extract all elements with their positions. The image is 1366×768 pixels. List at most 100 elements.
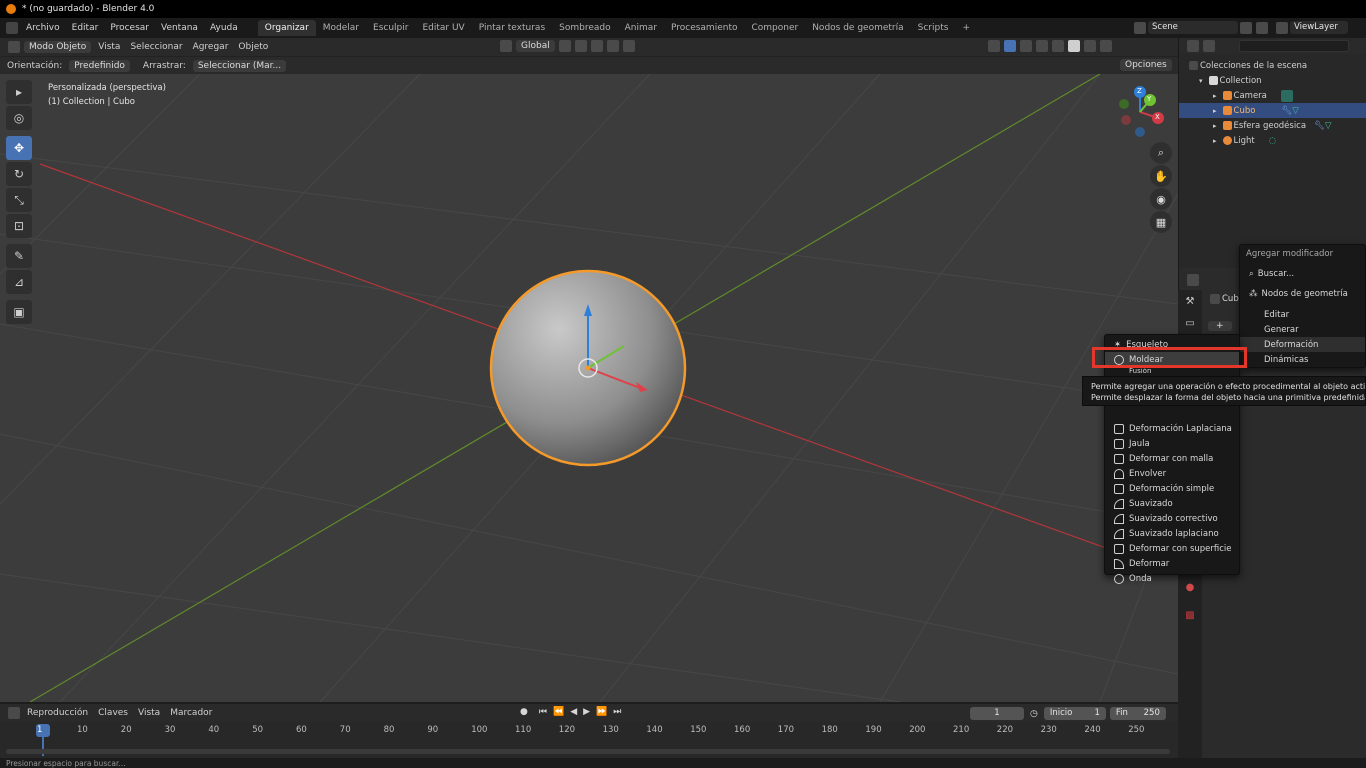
visibility-icon[interactable] bbox=[988, 40, 1000, 52]
add-modifier-button[interactable]: + bbox=[1208, 321, 1232, 331]
collapse-arrow-icon[interactable]: ▾ bbox=[1199, 77, 1203, 85]
menu-reproduccion[interactable]: Reproducción bbox=[22, 708, 93, 718]
start-frame-field[interactable]: Inicio 1 bbox=[1043, 707, 1106, 720]
menu-ayuda[interactable]: Ayuda bbox=[204, 23, 244, 33]
perspective-grid-icon[interactable]: ▦ bbox=[1150, 211, 1172, 233]
tab-procesamiento[interactable]: Procesamiento bbox=[664, 20, 745, 36]
modifier-category-deformacion[interactable]: Deformación bbox=[1240, 337, 1365, 352]
menu-agregar[interactable]: Agregar bbox=[188, 42, 234, 52]
scene-icon[interactable] bbox=[1134, 21, 1146, 34]
light-data-icon[interactable]: ◌ bbox=[1269, 136, 1276, 146]
pan-hand-icon[interactable]: ✋ bbox=[1150, 165, 1172, 187]
tab-organizar[interactable]: Organizar bbox=[257, 20, 316, 36]
new-scene-icon[interactable] bbox=[1240, 21, 1252, 34]
menu-vista-timeline[interactable]: Vista bbox=[133, 708, 165, 718]
add-workspace-button[interactable]: + bbox=[955, 20, 977, 36]
mesh-data-icon[interactable]: ▽ bbox=[1292, 106, 1299, 116]
outliner-item-esfera[interactable]: ▸ Esfera geodésica 🔧︎ ▽ bbox=[1179, 118, 1366, 133]
menu-procesar[interactable]: Procesar bbox=[104, 23, 155, 33]
deform-item-deformar-superficie[interactable]: Deformar con superficie bbox=[1105, 541, 1239, 556]
tab-pintar-texturas[interactable]: Pintar texturas bbox=[472, 20, 552, 36]
scale-tool-icon[interactable]: ⤡ bbox=[6, 188, 32, 212]
xray-icon[interactable] bbox=[1036, 40, 1048, 52]
solid-shading-icon[interactable] bbox=[1068, 40, 1080, 52]
zoom-icon[interactable]: ⌕ bbox=[1150, 142, 1172, 164]
deform-item-jaula[interactable]: Jaula bbox=[1105, 436, 1239, 451]
properties-editor-icon[interactable] bbox=[1187, 274, 1199, 286]
menu-marcador[interactable]: Marcador bbox=[165, 708, 217, 718]
transform-orientation-dropdown[interactable]: Global bbox=[516, 40, 555, 52]
texture-tab-icon[interactable]: ▩ bbox=[1178, 610, 1202, 621]
menu-editar[interactable]: Editar bbox=[66, 23, 105, 33]
deform-item-deformacion-simple[interactable]: Deformación simple bbox=[1105, 481, 1239, 496]
proportional-edit-icon[interactable] bbox=[606, 40, 619, 52]
deform-item-laplaciana[interactable]: Deformación Laplaciana bbox=[1105, 421, 1239, 436]
modifier-category-editar[interactable]: Editar bbox=[1240, 307, 1365, 322]
gizmo-toggle-icon[interactable] bbox=[1004, 40, 1016, 52]
material-shading-icon[interactable] bbox=[1084, 40, 1096, 52]
blender-menu-icon[interactable] bbox=[6, 22, 18, 34]
render-tab-icon[interactable]: ▭ bbox=[1178, 312, 1202, 334]
drag-dropdown[interactable]: Seleccionar (Mar... bbox=[192, 59, 287, 72]
modifier-geometry-nodes-item[interactable]: ⁂ Nodos de geometría bbox=[1240, 286, 1365, 302]
deform-item-suavizado-correctivo[interactable]: Suavizado correctivo bbox=[1105, 511, 1239, 526]
timeline-editor-icon[interactable] bbox=[8, 707, 20, 719]
navigation-gizmo[interactable]: Z Y X bbox=[1110, 82, 1170, 142]
viewlayer-icon[interactable] bbox=[1276, 21, 1288, 34]
annotate-tool-icon[interactable]: ✎ bbox=[6, 244, 32, 268]
modifier-wrench-icon[interactable]: 🔧︎ bbox=[1314, 121, 1325, 131]
end-frame-field[interactable]: Fin 250 bbox=[1109, 707, 1166, 720]
outliner-item-light[interactable]: ▸ Light ◌ bbox=[1179, 133, 1366, 148]
mode-dropdown[interactable]: Modo Objeto bbox=[24, 41, 92, 53]
outliner-search-input[interactable] bbox=[1239, 40, 1349, 52]
tab-modelar[interactable]: Modelar bbox=[316, 20, 366, 36]
pivot-icon[interactable] bbox=[558, 40, 571, 52]
delete-scene-icon[interactable] bbox=[1256, 21, 1268, 34]
tab-esculpir[interactable]: Esculpir bbox=[366, 20, 415, 36]
tab-componer[interactable]: Componer bbox=[744, 20, 805, 36]
falloff-icon[interactable] bbox=[622, 40, 635, 52]
record-icon[interactable]: ● bbox=[520, 707, 528, 717]
mesh-data-icon[interactable]: ▽ bbox=[1325, 121, 1332, 131]
menu-seleccionar[interactable]: Seleccionar bbox=[125, 42, 187, 52]
menu-archivo[interactable]: Archivo bbox=[20, 23, 66, 33]
tab-nodos-geometria[interactable]: Nodos de geometría bbox=[805, 20, 910, 36]
tool-tab-icon[interactable]: ⚒ bbox=[1178, 290, 1202, 312]
modifier-category-generar[interactable]: Generar bbox=[1240, 322, 1365, 337]
outliner-item-camera[interactable]: ▸ Camera bbox=[1179, 88, 1366, 103]
tab-editar-uv[interactable]: Editar UV bbox=[415, 20, 471, 36]
viewlayer-field[interactable]: ViewLayer bbox=[1290, 21, 1348, 34]
3d-viewport[interactable]: Personalizada (perspectiva) (1) Collecti… bbox=[0, 74, 1178, 702]
play-reverse-icon[interactable]: ◀ bbox=[570, 707, 577, 717]
snap-icon[interactable] bbox=[574, 40, 587, 52]
deform-item-onda[interactable]: Onda bbox=[1105, 571, 1239, 586]
properties-object-name[interactable]: Cub bbox=[1222, 294, 1239, 304]
jump-end-icon[interactable]: ⏭ bbox=[613, 707, 621, 717]
measure-tool-icon[interactable]: ⊿ bbox=[6, 270, 32, 294]
camera-data-icon[interactable] bbox=[1280, 89, 1293, 102]
menu-objeto[interactable]: Objeto bbox=[233, 42, 273, 52]
collection-row[interactable]: ▾ Collection bbox=[1179, 73, 1366, 88]
options-dropdown[interactable]: Opciones bbox=[1120, 59, 1172, 71]
transform-tool-icon[interactable]: ⊡ bbox=[6, 214, 32, 238]
snap-target-icon[interactable] bbox=[590, 40, 603, 52]
modifier-category-dinamicas[interactable]: Dinámicas bbox=[1240, 352, 1365, 367]
deform-item-suavizado[interactable]: Suavizado bbox=[1105, 496, 1239, 511]
tab-animar[interactable]: Animar bbox=[618, 20, 664, 36]
outliner-item-cubo[interactable]: ▸ Cubo 🔧︎ ▽ bbox=[1179, 103, 1366, 118]
scene-collection-row[interactable]: Colecciones de la escena bbox=[1179, 58, 1366, 73]
play-icon[interactable]: ▶ bbox=[583, 707, 590, 717]
wireframe-shading-icon[interactable] bbox=[1052, 40, 1064, 52]
tab-scripts[interactable]: Scripts bbox=[911, 20, 956, 36]
modifier-wrench-icon[interactable]: 🔧︎ bbox=[1281, 106, 1292, 116]
prev-keyframe-icon[interactable]: ⏪ bbox=[553, 707, 564, 717]
editor-type-icon[interactable] bbox=[8, 41, 20, 53]
timeline-scrollbar[interactable] bbox=[6, 749, 1170, 754]
next-keyframe-icon[interactable]: ⏩ bbox=[596, 707, 607, 717]
add-cube-tool-icon[interactable]: ▣ bbox=[6, 300, 32, 324]
filter-icon[interactable] bbox=[1203, 40, 1215, 52]
move-tool-icon[interactable]: ✥ bbox=[6, 136, 32, 160]
deform-item-deformar-malla[interactable]: Deformar con malla bbox=[1105, 451, 1239, 466]
outliner-editor-icon[interactable] bbox=[1187, 40, 1199, 52]
scene-field[interactable]: Scene bbox=[1148, 21, 1238, 34]
